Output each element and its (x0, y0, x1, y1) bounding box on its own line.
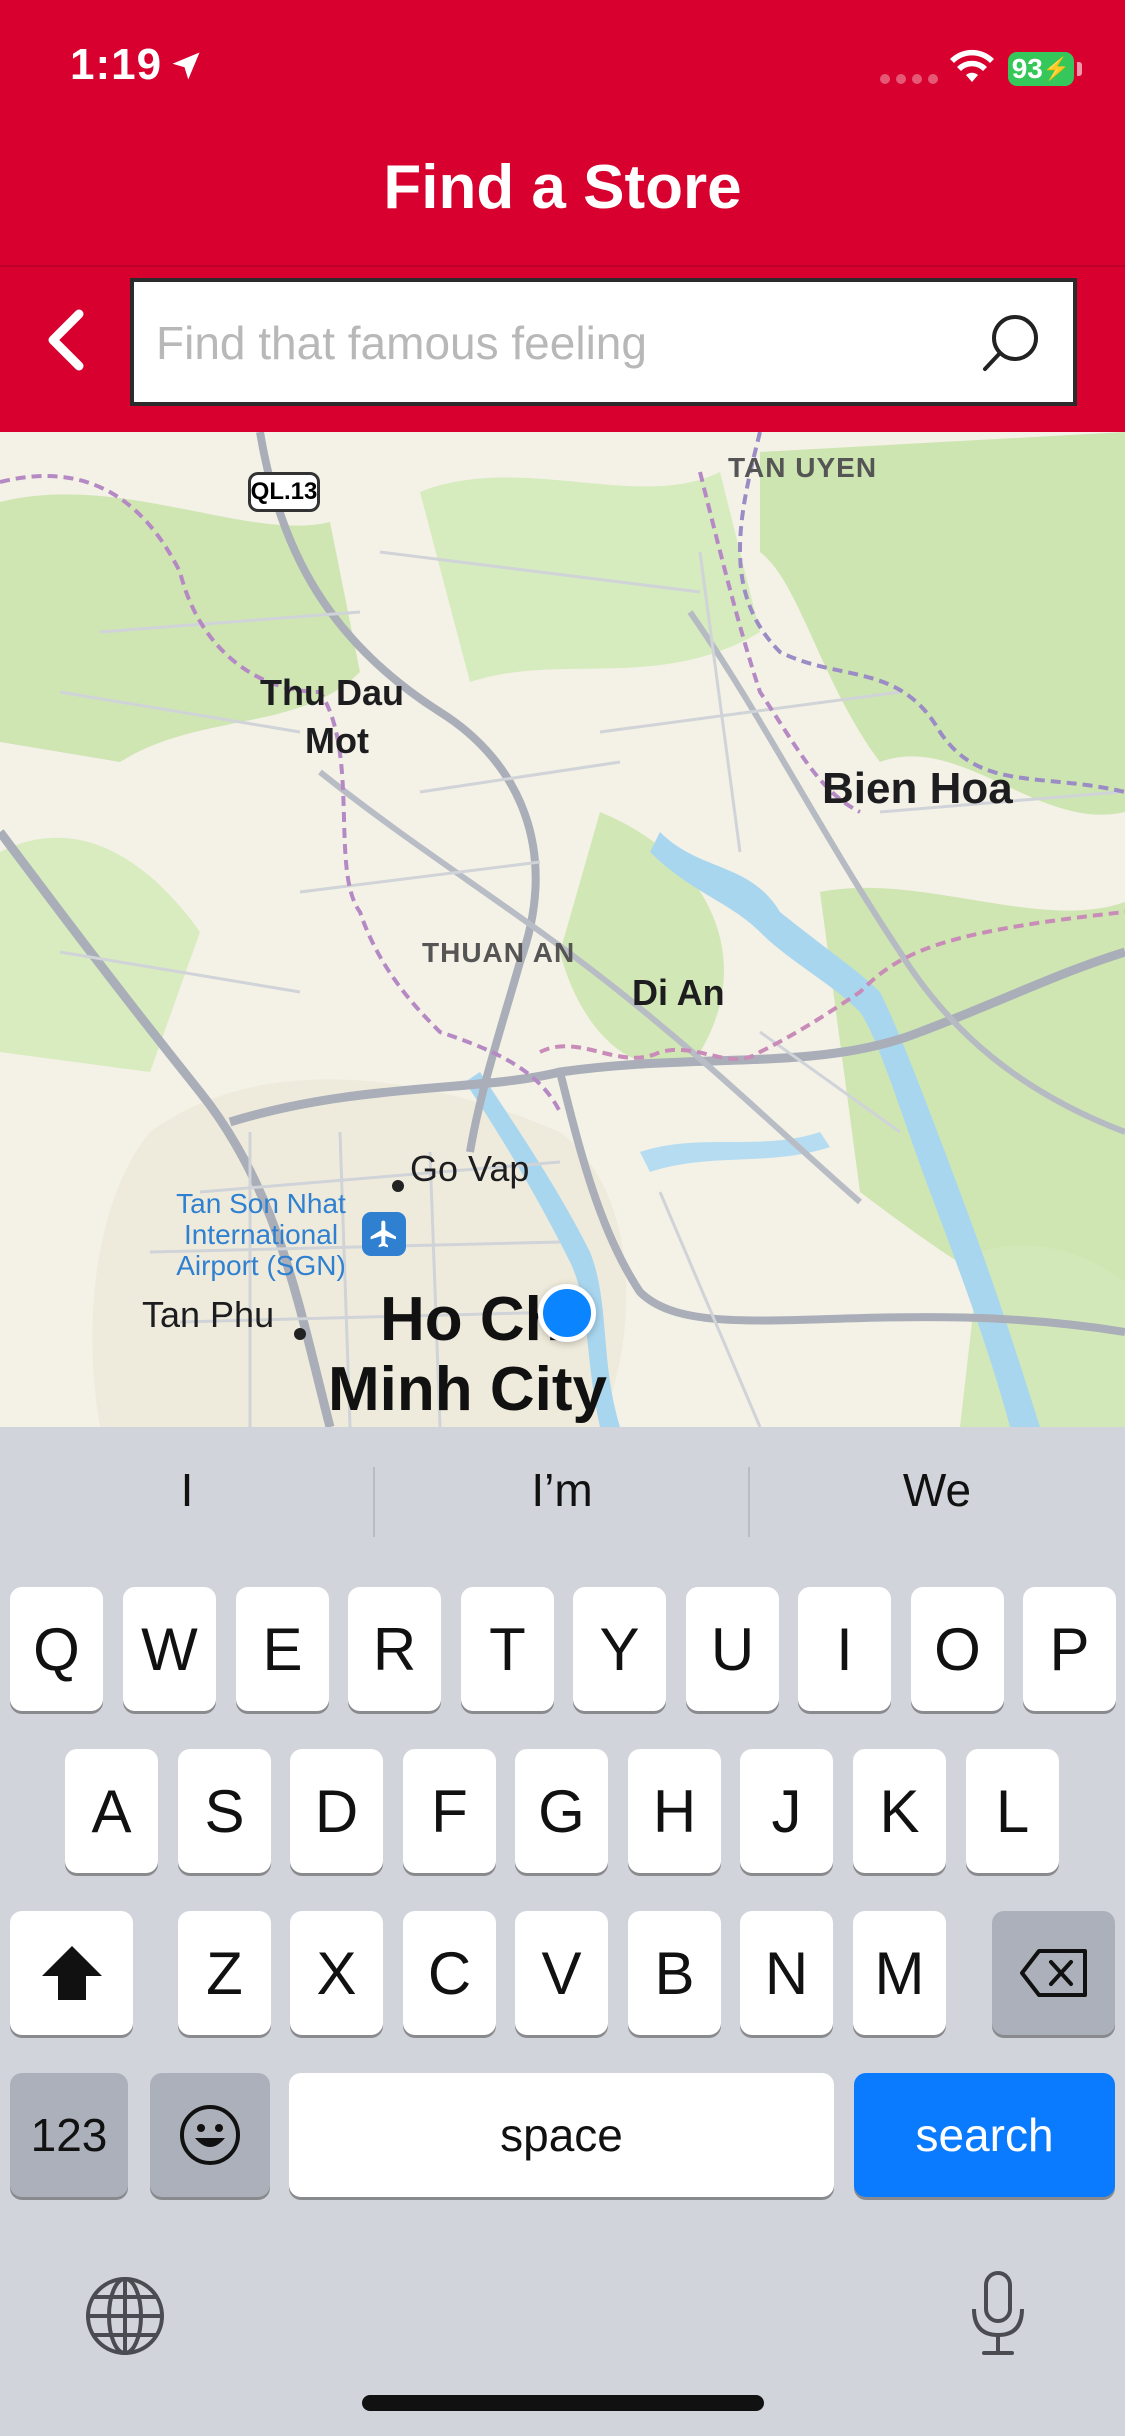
microphone-icon[interactable] (966, 2269, 1030, 2359)
key-r[interactable]: R (348, 1587, 441, 1711)
map-label-thu-dau-mot-2: Mot (305, 720, 369, 761)
battery-level: 93 (1011, 53, 1043, 84)
wifi-icon (950, 49, 994, 82)
battery-cap (1077, 62, 1082, 76)
key-k[interactable]: K (853, 1749, 946, 1873)
key-x[interactable]: X (290, 1911, 383, 2035)
keyboard: I I’m We Q W E R T Y U I O P A S D F G H… (0, 1427, 1125, 2436)
key-w[interactable]: W (123, 1587, 216, 1711)
key-u[interactable]: U (686, 1587, 779, 1711)
key-c[interactable]: C (403, 1911, 496, 2035)
key-l[interactable]: L (966, 1749, 1059, 1873)
map-label-di-an: Di An (632, 972, 725, 1013)
airplane-icon[interactable] (362, 1212, 406, 1256)
chevron-left-icon (48, 309, 84, 371)
key-o[interactable]: O (911, 1587, 1004, 1711)
key-j[interactable]: J (740, 1749, 833, 1873)
key-p[interactable]: P (1023, 1587, 1116, 1711)
suggestion-1[interactable]: I (0, 1463, 374, 1517)
back-button[interactable] (30, 300, 100, 380)
map-dot-go-vap (392, 1180, 404, 1192)
page-title: Find a Store (383, 153, 742, 222)
location-arrow-icon (172, 52, 200, 80)
map-label-tan-uyen: TAN UYEN (728, 452, 878, 483)
key-h[interactable]: H (628, 1749, 721, 1873)
key-g[interactable]: G (515, 1749, 608, 1873)
battery-icon: 93 ⚡ (1008, 52, 1074, 86)
status-time: 1:19 (70, 40, 163, 89)
suggestion-3[interactable]: We (750, 1463, 1124, 1517)
airport-label-line-2: International (183, 1219, 339, 1250)
map-label-bien-hoa: Bien Hoa (822, 764, 1013, 813)
key-e[interactable]: E (236, 1587, 329, 1711)
key-a[interactable]: A (65, 1749, 158, 1873)
status-bar: 1:19 93 ⚡ (0, 0, 1125, 140)
key-s[interactable]: S (178, 1749, 271, 1873)
key-f[interactable]: F (403, 1749, 496, 1873)
key-q[interactable]: Q (10, 1587, 103, 1711)
header-divider (0, 265, 1125, 267)
user-location-marker[interactable] (538, 1284, 596, 1342)
backspace-icon (1019, 1949, 1087, 1997)
space-key[interactable]: space (289, 2073, 834, 2197)
key-z[interactable]: Z (178, 1911, 271, 2035)
home-indicator[interactable] (362, 2395, 764, 2411)
cellular-signal-icon (880, 74, 938, 84)
map-view[interactable]: QL.13 TAN UYEN Thu Dau Mot Bien Hoa THUA… (0, 432, 1125, 1427)
road-shield-ql13: QL.13 (248, 472, 320, 512)
map-label-tan-phu: Tan Phu (142, 1294, 275, 1335)
shift-key[interactable] (10, 1911, 133, 2035)
emoji-icon (180, 2105, 240, 2165)
airport-label-line-1: Tan Son Nhat (176, 1188, 346, 1219)
key-d[interactable]: D (290, 1749, 383, 1873)
suggestion-2[interactable]: I’m (375, 1463, 749, 1517)
header: 1:19 93 ⚡ Find a Store (0, 0, 1125, 432)
search-box[interactable] (130, 278, 1077, 406)
key-n[interactable]: N (740, 1911, 833, 2035)
key-v[interactable]: V (515, 1911, 608, 2035)
key-y[interactable]: Y (573, 1587, 666, 1711)
key-t[interactable]: T (461, 1587, 554, 1711)
airport-label-line-3: Airport (SGN) (176, 1250, 346, 1281)
key-b[interactable]: B (628, 1911, 721, 2035)
delete-key[interactable] (992, 1911, 1115, 2035)
key-i[interactable]: I (798, 1587, 891, 1711)
shift-icon (41, 1946, 102, 2000)
globe-icon[interactable] (84, 2275, 166, 2357)
map-label-thu-dau-mot-1: Thu Dau (260, 672, 404, 713)
search-key[interactable]: search (854, 2073, 1115, 2197)
map-label-hcmc-2: Minh City (328, 1355, 607, 1424)
map-label-go-vap: Go Vap (410, 1148, 530, 1189)
map-dot-tan-phu (294, 1328, 306, 1340)
suggestion-bar: I I’m We (0, 1427, 1125, 1582)
key-m[interactable]: M (853, 1911, 946, 2035)
search-input[interactable] (154, 282, 958, 404)
numbers-key[interactable]: 123 (10, 2073, 128, 2197)
search-icon[interactable] (981, 312, 1043, 374)
map-label-airport[interactable]: Tan Son Nhat International Airport (SGN) (156, 1188, 366, 1281)
map-label-thuan-an: THUAN AN (422, 937, 576, 968)
emoji-key[interactable] (150, 2073, 270, 2197)
